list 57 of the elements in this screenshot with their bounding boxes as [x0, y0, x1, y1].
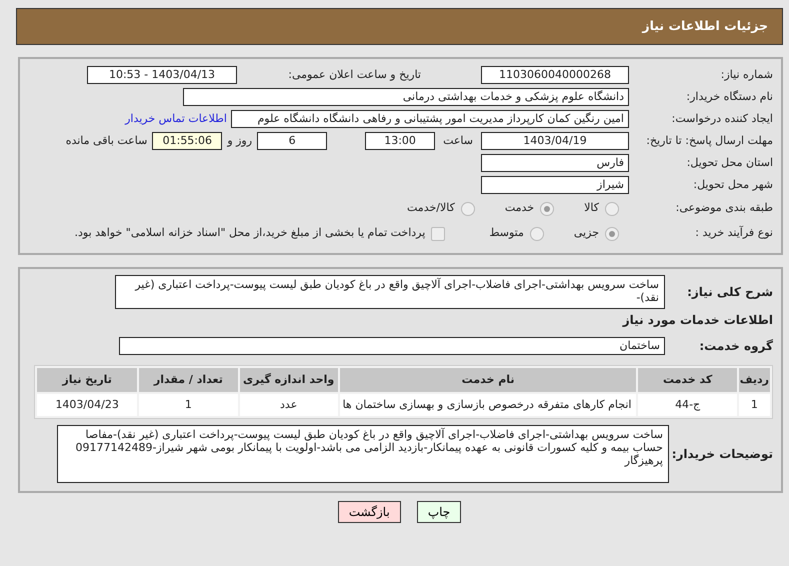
- column-header: تاریخ نیاز: [37, 368, 138, 392]
- remaining-time-field: 01:55:06: [152, 132, 222, 150]
- checkbox-label: پرداخت تمام یا بخشی از مبلغ خرید،از محل "اسناد خزانه اسلامی" خواهد بود.: [74, 225, 426, 242]
- field-label: شرح کلی نیاز:: [686, 284, 773, 301]
- days-field: 6: [257, 132, 328, 150]
- field-label: گروه خدمت:: [698, 338, 773, 355]
- table-cell: انجام کارهای متفرقه درخصوص بازسازی و بهسازی ساختمان ها: [340, 394, 636, 416]
- option-label: کالا: [584, 200, 599, 216]
- field-label: شماره نیاز:: [720, 68, 773, 82]
- field-label: مهلت ارسال پاسخ: تا تاریخ:: [645, 134, 773, 148]
- page-header: جزئیات اطلاعات نیاز: [16, 8, 783, 45]
- section-title: اطلاعات خدمات مورد نیاز: [621, 312, 773, 329]
- city-field: شیراز: [481, 176, 629, 194]
- radio-button[interactable]: [530, 226, 544, 240]
- field-label: طبقه بندی موضوعی:: [674, 202, 773, 215]
- option-label: متوسط: [489, 225, 524, 242]
- option-label: کالا/خدمت: [407, 200, 455, 216]
- table-cell: 1: [738, 394, 770, 416]
- column-header: نام خدمت: [340, 368, 636, 392]
- table-cell: 1403/04/23: [37, 394, 138, 416]
- deadline-date-field: 1403/04/19: [481, 132, 629, 150]
- requester-field: امین رنگین کمان کارپرداز مدیریت امور پشتیبانی و رفاهی دانشگاه دانشگاه علوم: [231, 110, 629, 128]
- field-label: نوع فرآیند خرید :: [694, 227, 773, 240]
- field-label: نام دستگاه خریدار:: [685, 90, 773, 104]
- option-label: خدمت: [504, 200, 534, 216]
- column-header: تعداد / مقدار: [139, 368, 238, 392]
- column-header: واحد اندازه گیری: [240, 368, 338, 392]
- buyer-notes-field: ساخت سرویس بهداشتی-اجرای فاضلاب-اجرای آلاچیق واقع در باغ کودیان طبق لیست پیوست-پرداخت اعتباری (غیر نقد)-مفاصا حساب بیمه و کلیه کسورات قانونی به عهده پیمانکار-بازدید الزامی می باشد-اولویت با پیمانکار بومی شهر شیراز-09177142489 پرهیزگار: [57, 425, 669, 483]
- back-button[interactable]: بازگشت: [338, 501, 401, 523]
- field-label: ایجاد کننده درخواست:: [670, 112, 773, 126]
- remaining-label: ساعت باقی مانده: [66, 132, 148, 149]
- announce-datetime-field: 1403/04/13 - 10:53: [87, 66, 237, 84]
- radio-button[interactable]: [605, 202, 619, 216]
- radio-button[interactable]: [605, 226, 619, 240]
- table-cell: عدد: [240, 394, 338, 416]
- table-cell: 1: [139, 394, 238, 416]
- description-field: ساخت سرویس بهداشتی-اجرای فاضلاب-اجرای آلاچیق واقع در باغ کودیان طبق لیست پیوست-پرداخت اعتباری (غیر نقد)-: [115, 275, 665, 309]
- field-label: تاریخ و ساعت اعلان عمومی:: [287, 66, 421, 83]
- days-label: روز و: [227, 132, 252, 149]
- field-label: شهر محل تحویل:: [692, 178, 773, 192]
- need-number-field: 1103060040000268: [481, 66, 629, 84]
- radio-button[interactable]: [540, 202, 554, 216]
- field-label: استان محل تحویل:: [686, 156, 773, 170]
- option-label: جزیی: [574, 225, 599, 242]
- contact-link[interactable]: اطلاعات تماس خریدار: [125, 110, 227, 128]
- buyer-org-field: دانشگاه علوم پزشکی و خدمات بهداشتی درمانی: [183, 88, 629, 106]
- radio-button[interactable]: [460, 202, 475, 216]
- column-header: کد خدمت: [638, 368, 737, 392]
- deadline-time-field: 13:00: [365, 132, 436, 150]
- checkbox[interactable]: [431, 226, 446, 240]
- print-button[interactable]: چاپ: [416, 501, 462, 523]
- time-label: ساعت: [443, 132, 473, 149]
- table-cell: ج-44: [638, 394, 737, 416]
- field-label: توضیحات خریدار:: [670, 446, 773, 463]
- service-group-field: ساختمان: [119, 337, 665, 355]
- province-field: فارس: [481, 154, 629, 172]
- column-header: ردیف: [738, 368, 770, 392]
